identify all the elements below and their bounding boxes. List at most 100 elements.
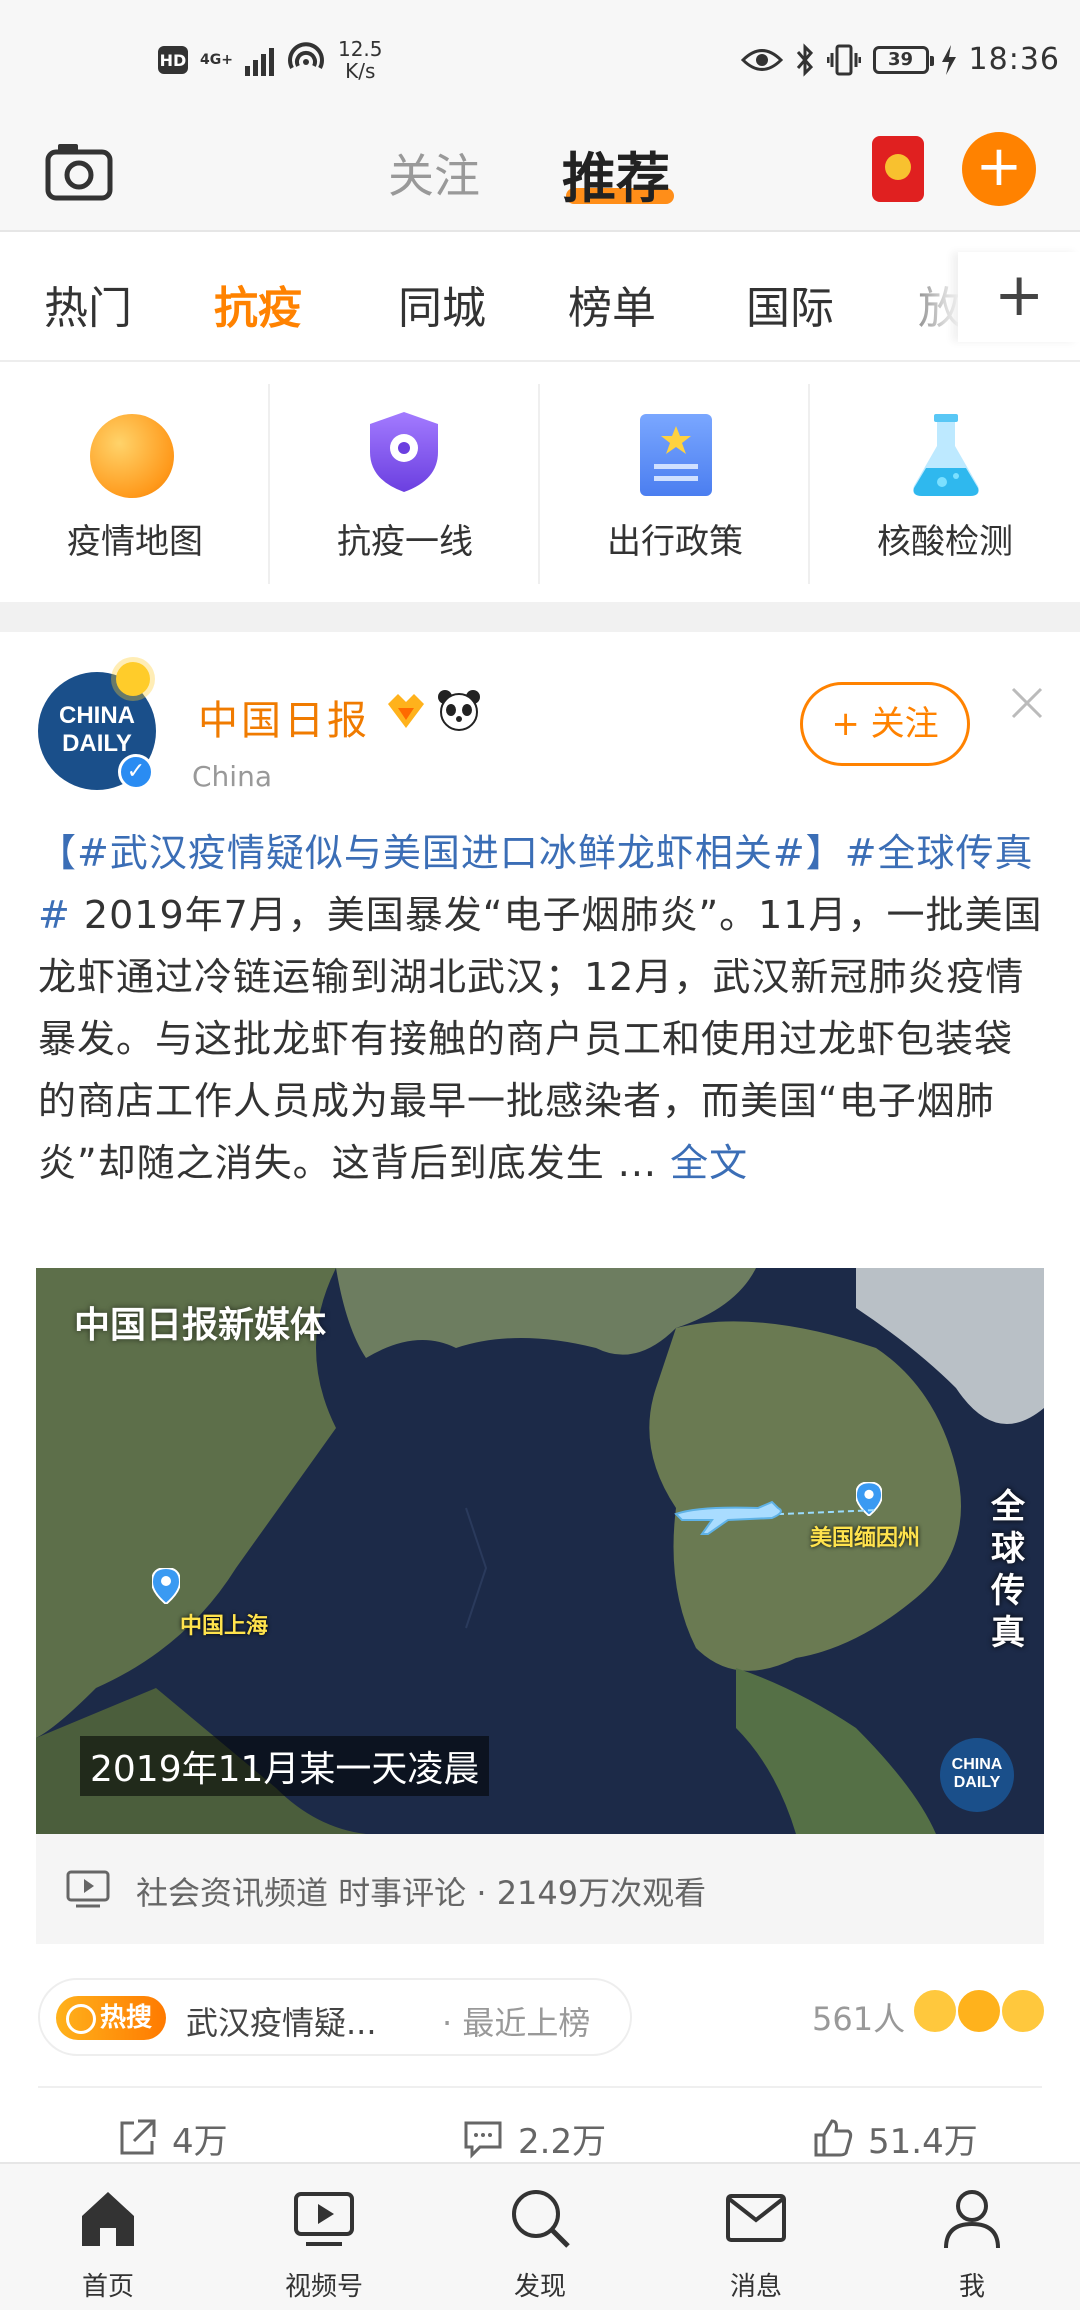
panda-icon — [438, 690, 480, 731]
video-icon — [66, 1870, 110, 1908]
video-brand-logo: CHINA DAILY — [940, 1738, 1014, 1812]
nav-label: 视频号 — [284, 2272, 363, 2302]
status-bar: HD 4G+ 12.5 K/s 39 18:36 — [0, 0, 1080, 122]
signal-icon — [244, 44, 274, 76]
status-left: HD 4G+ 12.5 K/s — [158, 38, 383, 82]
channel-hot[interactable]: 热门 — [44, 272, 132, 336]
nav-label: 首页 — [81, 2272, 134, 2302]
plus-icon: + — [994, 260, 1045, 330]
compose-button[interactable]: + — [962, 132, 1036, 206]
feed-post: CHINA DAILY ✓ 中国日报 China + 关注 【#武汉疫情疑似与美… — [0, 632, 1080, 2162]
net-speed-value: 12.5 — [337, 37, 383, 61]
nav-label: 消息 — [729, 2272, 782, 2302]
flask-icon — [913, 414, 979, 496]
medal-icon — [388, 694, 424, 728]
video-player[interactable]: 中国日报新媒体 中国上海 美国缅因州 全球传真 2019年11月某一天凌晨 CH… — [36, 1268, 1044, 1834]
video-meta-bar[interactable]: 社会资讯频道 时事评论 · 2149万次观看 — [36, 1834, 1044, 1944]
entry-epidemic-map[interactable]: 疫情地图 — [0, 362, 270, 602]
emoji-kiss-icon — [912, 1988, 958, 2034]
charging-icon — [941, 44, 956, 75]
status-right: 39 18:36 — [740, 42, 1060, 77]
channel-international[interactable]: 国际 — [746, 272, 834, 336]
like-count: 51.4万 — [868, 2121, 978, 2162]
video-channel-icon — [294, 2192, 354, 2246]
topic-tag-wuhan[interactable]: 【#武汉疫情疑似与美国进口冰鲜龙虾相关#】 — [38, 831, 845, 875]
verified-icon: ✓ — [118, 754, 154, 790]
nav-label: 我 — [958, 2272, 985, 2302]
hotspot-icon — [288, 42, 324, 69]
repost-count: 4万 — [172, 2121, 228, 2162]
entry-label: 出行政策 — [607, 522, 743, 562]
globe-icon — [90, 414, 174, 498]
nav-video[interactable]: 视频号 — [216, 2164, 432, 2312]
emoji-surprised-icon — [956, 1988, 1002, 2034]
entry-label: 疫情地图 — [67, 522, 203, 562]
channel-local[interactable]: 同城 — [398, 272, 486, 336]
map-pin-icon — [152, 1568, 180, 1604]
tab-follow[interactable]: 关注 — [388, 140, 480, 206]
eye-icon — [740, 48, 783, 71]
divider — [38, 2086, 1042, 2088]
like-button[interactable]: 51.4万 — [812, 2114, 978, 2162]
channel-fade — [880, 232, 960, 360]
reaction-count: 561人 — [812, 2000, 906, 2038]
emoji-laugh-icon — [1000, 1988, 1046, 2034]
entry-nucleic-test[interactable]: 核酸检测 — [810, 362, 1080, 602]
share-icon — [120, 2119, 156, 2155]
comment-count: 2.2万 — [518, 2121, 607, 2162]
hd-badge: HD — [158, 46, 188, 74]
tab-recommend[interactable]: 推荐 — [562, 134, 670, 213]
avatar-text: CHINA DAILY — [38, 702, 156, 758]
video-meta-text: 社会资讯频道 时事评论 · 2149万次观看 — [136, 1874, 707, 1912]
nav-label: 发现 — [513, 2272, 566, 2302]
net-speed-unit: K/s — [345, 59, 376, 83]
clock: 18:36 — [968, 42, 1060, 77]
close-icon[interactable] — [1010, 686, 1044, 720]
vibrate-icon — [826, 44, 861, 75]
author-name[interactable]: 中国日报 — [198, 688, 370, 746]
hot-search-badge: 热搜 — [56, 1996, 166, 2040]
entry-label: 抗疫一线 — [337, 522, 473, 562]
hot-search-text: 武汉疫情疑... — [186, 2004, 377, 2042]
bottom-nav: 首页 视频号 发现 消息 我 — [0, 2162, 1080, 2310]
hot-search-status: · 最近上榜 — [442, 2004, 591, 2042]
mail-icon — [726, 2194, 786, 2242]
hot-search-chip[interactable]: 热搜 武汉疫情疑... · 最近上榜 — [38, 1978, 632, 2056]
post-body: 【#武汉疫情疑似与美国进口冰鲜龙虾相关#】#全球传真# 2019年7月，美国暴发… — [38, 822, 1048, 1194]
user-icon — [944, 2190, 1000, 2249]
nav-profile[interactable]: 我 — [864, 2164, 1080, 2312]
net-speed: 12.5 K/s — [338, 38, 383, 82]
red-packet-icon[interactable] — [872, 136, 924, 202]
shield-icon — [370, 412, 438, 492]
channel-tabs: 热门 抗疫 同城 榜单 国际 放 + — [0, 232, 1080, 362]
entry-travel-policy[interactable]: 出行政策 — [540, 362, 810, 602]
nav-home[interactable]: 首页 — [0, 2164, 216, 2312]
post-body-text: 2019年7月，美国暴发“电子烟肺炎”。11月，一批美国龙虾通过冷链运输到湖北武… — [38, 893, 1043, 1185]
comment-button[interactable]: 2.2万 — [462, 2114, 606, 2162]
read-more-link[interactable]: 全文 — [670, 1141, 748, 1185]
side-caption: 全球传真 — [991, 1487, 1025, 1653]
entry-frontline[interactable]: 抗疫一线 — [270, 362, 540, 602]
document-icon — [640, 414, 712, 496]
camera-icon[interactable] — [44, 142, 114, 202]
thumbs-up-icon — [814, 2119, 853, 2157]
battery-indicator: 39 — [872, 45, 934, 74]
search-icon — [512, 2190, 570, 2248]
video-subtitle: 2019年11月某一天凌晨 — [80, 1736, 490, 1796]
nav-messages[interactable]: 消息 — [648, 2164, 864, 2312]
sun-decoration-icon — [116, 662, 150, 696]
nav-discover[interactable]: 发现 — [432, 2164, 648, 2312]
entry-label: 核酸检测 — [877, 522, 1013, 562]
follow-button[interactable]: + 关注 — [800, 682, 970, 766]
channel-anti-epidemic[interactable]: 抗疫 — [214, 272, 302, 336]
channel-rankings[interactable]: 榜单 — [568, 272, 656, 336]
video-brand-line1: CHINA — [951, 1756, 1003, 1773]
top-header: 关注 推荐 + — [0, 122, 1080, 232]
quick-entries: 疫情地图 抗疫一线 出行政策 核酸检测 — [0, 362, 1080, 602]
repost-button[interactable]: 4万 — [116, 2114, 228, 2162]
network-type: 4G+ — [200, 52, 233, 68]
add-channel-button[interactable]: + — [958, 252, 1080, 342]
airplane-icon — [674, 1500, 878, 1535]
place-label-shanghai: 中国上海 — [180, 1614, 269, 1639]
section-gap — [0, 602, 1080, 632]
